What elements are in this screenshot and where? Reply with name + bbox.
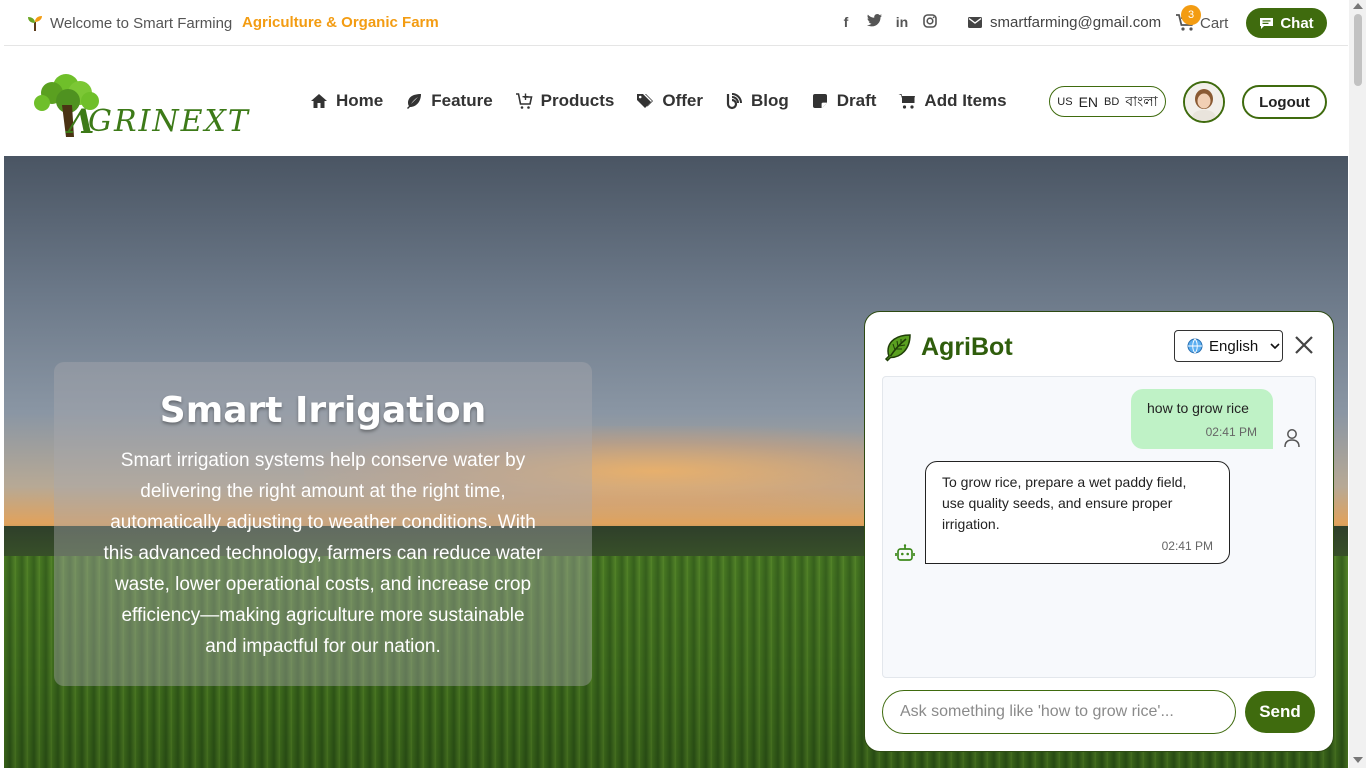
chat-header: AgriBot bbox=[883, 332, 1013, 362]
envelope-icon bbox=[968, 17, 982, 28]
sprout-icon bbox=[28, 16, 42, 31]
nav-item-draft[interactable]: Draft bbox=[811, 91, 877, 111]
nav-item-products[interactable]: Products bbox=[515, 91, 615, 111]
feature-title: Smart Irrigation bbox=[159, 390, 487, 431]
language-toggle[interactable]: US EN BD বাংলা bbox=[1049, 86, 1166, 117]
language-select[interactable]: English bbox=[1174, 330, 1283, 362]
user-avatar[interactable] bbox=[1183, 81, 1225, 123]
svg-text:GRINEXT: GRINEXT bbox=[88, 104, 250, 139]
social-links: f in bbox=[838, 14, 938, 31]
nav-menu: Home Feature Products Offer Blog Draft A… bbox=[310, 91, 1007, 111]
shopping-cart-icon bbox=[898, 94, 916, 109]
user-icon bbox=[1284, 429, 1300, 448]
feature-description: Smart irrigation systems help conserve w… bbox=[103, 450, 543, 657]
chat-message-input[interactable]: Ask something like 'how to grow rice'... bbox=[882, 690, 1236, 734]
nav-item-add-items[interactable]: Add Items bbox=[898, 91, 1007, 111]
tags-icon bbox=[637, 94, 654, 108]
note-icon bbox=[812, 94, 827, 108]
close-icon[interactable] bbox=[1293, 334, 1315, 356]
message-time: 02:41 PM bbox=[1205, 425, 1257, 439]
message-time: 02:41 PM bbox=[1161, 539, 1213, 553]
main-navbar: Λ GRINEXT Home Feature Products Offer Bl… bbox=[4, 47, 1348, 156]
facebook-icon[interactable]: f bbox=[838, 14, 854, 31]
message-text: how to grow rice bbox=[1147, 400, 1249, 416]
twitter-icon[interactable] bbox=[866, 14, 882, 31]
chevron-down-icon bbox=[1270, 343, 1280, 349]
cart-count-badge: 3 bbox=[1181, 5, 1201, 25]
email-link[interactable]: smartfarming@gmail.com bbox=[968, 14, 1161, 31]
home-icon bbox=[311, 94, 327, 108]
bd-flag-icon: BD bbox=[1104, 95, 1120, 108]
logout-button[interactable]: Logout bbox=[1242, 85, 1327, 119]
nav-item-label: Feature bbox=[431, 91, 493, 110]
us-flag-icon: US bbox=[1057, 95, 1073, 108]
top-bar: Welcome to Smart Farming Agriculture & O… bbox=[4, 0, 1348, 46]
lang-en-label[interactable]: EN bbox=[1079, 94, 1098, 110]
tagline: Agriculture & Organic Farm bbox=[242, 14, 439, 31]
nav-item-label: Add Items bbox=[924, 91, 1007, 110]
feature-card: Smart Irrigation Smart irrigation system… bbox=[54, 362, 592, 686]
scroll-down-arrow-icon[interactable] bbox=[1353, 757, 1363, 763]
linkedin-icon[interactable]: in bbox=[894, 14, 910, 31]
nav-item-home[interactable]: Home bbox=[310, 91, 383, 111]
send-button[interactable]: Send bbox=[1245, 691, 1315, 733]
chat-bubble-icon bbox=[1260, 17, 1274, 29]
scroll-up-arrow-icon[interactable] bbox=[1353, 3, 1363, 9]
cart-link[interactable]: 3 Cart bbox=[1176, 5, 1229, 32]
chat-button-label: Chat bbox=[1280, 14, 1314, 32]
agribot-chat-panel: AgriBot English how to grow rice 02:41 P… bbox=[864, 311, 1334, 752]
nav-item-label: Offer bbox=[662, 91, 703, 110]
blog-icon bbox=[726, 93, 742, 110]
robot-icon bbox=[895, 544, 915, 561]
agrinext-logo[interactable]: Λ GRINEXT bbox=[28, 65, 252, 145]
chat-title: AgriBot bbox=[921, 332, 1013, 361]
nav-item-offer[interactable]: Offer bbox=[636, 91, 703, 111]
bot-message: To grow rice, prepare a wet paddy field,… bbox=[925, 461, 1230, 564]
message-text: To grow rice, prepare a wet paddy field,… bbox=[942, 474, 1187, 532]
page-scrollbar[interactable] bbox=[1349, 0, 1366, 768]
nav-item-feature[interactable]: Feature bbox=[405, 91, 493, 111]
nav-item-label: Draft bbox=[836, 91, 877, 110]
nav-item-label: Products bbox=[540, 91, 615, 110]
welcome-message: Welcome to Smart Farming bbox=[26, 14, 232, 32]
email-text: smartfarming@gmail.com bbox=[990, 14, 1162, 31]
nav-item-label: Blog bbox=[750, 91, 789, 110]
message-list: how to grow rice 02:41 PM To grow rice, … bbox=[882, 376, 1316, 678]
leaf-icon bbox=[884, 334, 911, 362]
nav-item-blog[interactable]: Blog bbox=[725, 91, 789, 111]
language-selected: English bbox=[1209, 337, 1259, 355]
chat-button[interactable]: Chat bbox=[1246, 8, 1327, 38]
nav-item-label: Home bbox=[336, 91, 384, 110]
instagram-icon[interactable] bbox=[922, 14, 938, 31]
leaf-icon bbox=[407, 94, 422, 109]
page: Welcome to Smart Farming Agriculture & O… bbox=[4, 0, 1348, 768]
user-message: how to grow rice 02:41 PM bbox=[1131, 389, 1273, 449]
welcome-text: Welcome to Smart Farming bbox=[50, 14, 233, 32]
scroll-thumb[interactable] bbox=[1354, 14, 1362, 86]
lang-bn-label[interactable]: বাংলা bbox=[1125, 90, 1157, 114]
cart-label: Cart bbox=[1200, 14, 1229, 32]
globe-icon bbox=[1187, 338, 1203, 354]
cart-plus-icon bbox=[515, 93, 533, 109]
